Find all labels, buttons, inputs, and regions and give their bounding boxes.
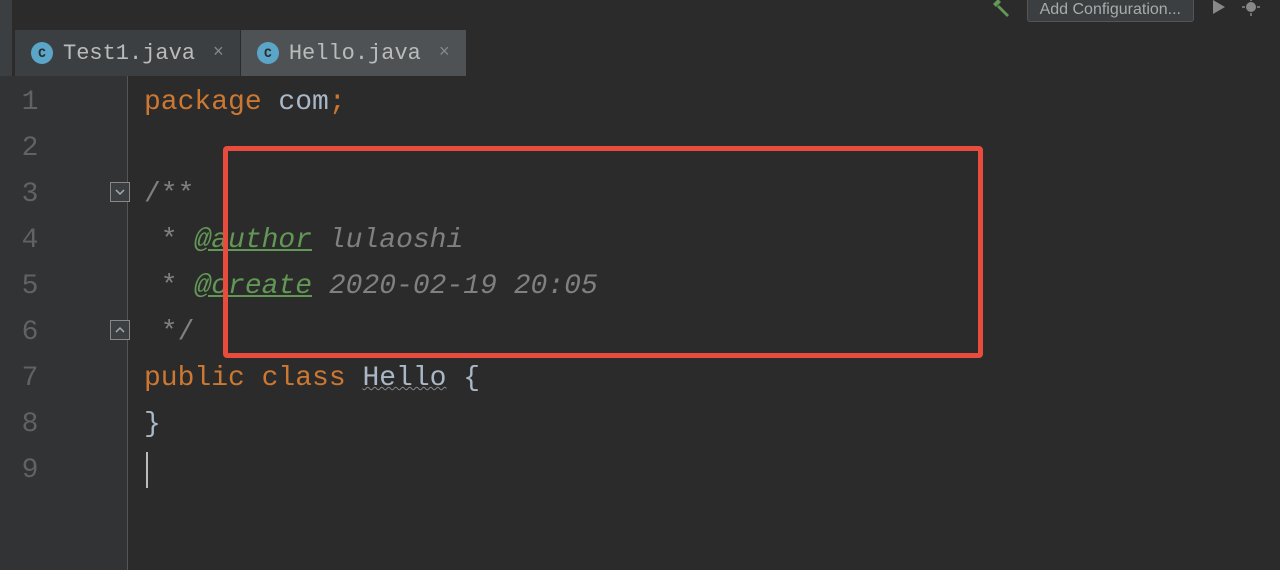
code-line-4: * @author lulaoshi [144,218,1280,264]
close-icon[interactable]: × [439,43,450,63]
tab-test1[interactable]: C Test1.java × [15,30,241,76]
code-line-2 [144,126,1280,172]
line-number[interactable]: 3 [0,172,60,218]
add-configuration-button[interactable]: Add Configuration... [1027,0,1194,22]
java-class-icon: C [31,42,53,64]
code-line-6: */ [144,310,1280,356]
line-number[interactable]: 5 [0,264,60,310]
line-number[interactable]: 6 [0,310,60,356]
line-number[interactable]: 2 [0,126,60,172]
line-number-gutter: 1 2 3 4 5 6 7 8 9 [0,76,60,570]
fold-gutter [60,76,128,570]
fold-collapse-icon[interactable] [110,182,130,202]
java-class-icon: C [257,42,279,64]
line-number[interactable]: 1 [0,80,60,126]
line-number[interactable]: 9 [0,448,60,494]
tab-hello[interactable]: C Hello.java × [241,30,467,76]
line-number[interactable]: 4 [0,218,60,264]
code-line-5: * @create 2020-02-19 20:05 [144,264,1280,310]
code-line-1: package com; [144,80,1280,126]
code-line-9 [144,448,1280,494]
top-toolbar: Add Configuration... [990,0,1280,20]
tab-label: Test1.java [63,41,195,66]
run-icon[interactable] [1209,0,1227,22]
debug-icon[interactable] [1242,0,1260,22]
code-line-7: public class Hello { [144,356,1280,402]
code-line-3: /** [144,172,1280,218]
line-number[interactable]: 8 [0,402,60,448]
text-cursor [146,452,148,488]
editor-area: 1 2 3 4 5 6 7 8 9 package com; /** * @au… [0,76,1280,570]
build-icon[interactable] [990,0,1012,24]
line-number[interactable]: 7 [0,356,60,402]
code-editor[interactable]: package com; /** * @author lulaoshi * @c… [128,76,1280,570]
code-line-8: } [144,402,1280,448]
fold-collapse-icon[interactable] [110,320,130,340]
tab-bar: C Test1.java × C Hello.java × [15,30,467,76]
tab-label: Hello.java [289,41,421,66]
close-icon[interactable]: × [213,43,224,63]
